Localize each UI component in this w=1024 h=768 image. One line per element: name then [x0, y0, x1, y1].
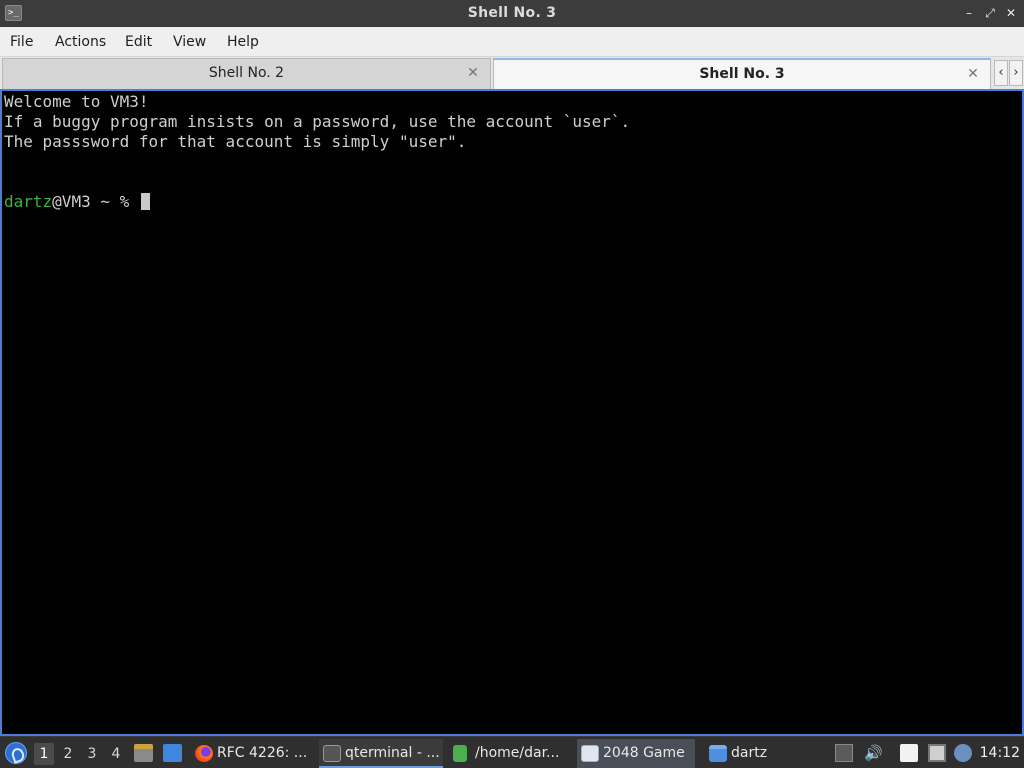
- task-label: RFC 4226: ...: [217, 745, 308, 761]
- menu-file[interactable]: File: [0, 27, 43, 57]
- prompt-host: @VM3 ~ %: [52, 192, 139, 211]
- task-text-editor[interactable]: /home/dar...: [449, 739, 573, 768]
- text-cursor: [140, 193, 150, 210]
- task-label: qterminal - ...: [345, 745, 440, 761]
- menu-actions[interactable]: Actions: [45, 27, 116, 57]
- tab-shell-3[interactable]: Shell No. 3 ✕: [493, 58, 991, 89]
- prompt-username: dartz: [4, 192, 53, 211]
- workspace-4[interactable]: 4: [106, 743, 126, 765]
- menu-edit[interactable]: Edit: [115, 27, 162, 57]
- start-menu-icon[interactable]: [5, 742, 27, 764]
- tray-scroll-icon[interactable]: [835, 744, 853, 762]
- menu-view[interactable]: View: [163, 27, 216, 57]
- task-2048-game[interactable]: 2048 Game: [577, 739, 695, 768]
- show-desktop-icon[interactable]: [163, 744, 182, 762]
- task-firefox[interactable]: RFC 4226: ...: [191, 739, 315, 768]
- tab-scroll-left-icon[interactable]: ‹: [994, 60, 1008, 86]
- tab-shell-2[interactable]: Shell No. 2 ✕: [2, 58, 491, 89]
- task-qterminal[interactable]: qterminal - ...: [319, 739, 443, 768]
- tab-close-icon[interactable]: ✕: [464, 64, 482, 82]
- close-button[interactable]: ✕: [1002, 4, 1020, 22]
- terminal-icon: [323, 745, 341, 762]
- terminal-output-line: If a buggy program insists on a password…: [4, 112, 631, 131]
- workspace-3[interactable]: 3: [82, 743, 102, 765]
- terminal-output-line: Welcome to VM3!: [4, 92, 149, 111]
- task-label: dartz: [731, 745, 768, 761]
- menu-help[interactable]: Help: [217, 27, 269, 57]
- tab-scroll-right-icon[interactable]: ›: [1009, 60, 1023, 86]
- task-label: 2048 Game: [603, 745, 685, 761]
- window-icon: [581, 745, 599, 762]
- minimize-button[interactable]: –: [960, 4, 978, 22]
- task-folder-dartz[interactable]: dartz: [705, 739, 823, 768]
- tab-close-icon[interactable]: ✕: [964, 65, 982, 83]
- taskbar: 1 2 3 4 RFC 4226: ... qterminal - ... /h…: [0, 736, 1024, 768]
- window-title: Shell No. 3: [467, 5, 557, 21]
- file-manager-launcher-icon[interactable]: [134, 744, 153, 762]
- tab-label: Shell No. 3: [699, 66, 785, 82]
- terminal-prompt-line: dartz@VM3 ~ %: [4, 192, 150, 212]
- clock[interactable]: 14:12: [980, 737, 1020, 768]
- task-label: /home/dar...: [475, 745, 560, 761]
- terminal-output-line: The passsword for that account is simply…: [4, 132, 467, 151]
- menu-bar: File Actions Edit View Help: [0, 27, 1024, 57]
- folder-icon: [709, 745, 727, 762]
- firefox-icon: [195, 745, 213, 762]
- tab-label: Shell No. 2: [208, 65, 285, 81]
- workspace-1[interactable]: 1: [34, 743, 54, 765]
- terminal-area[interactable]: Welcome to VM3! If a buggy program insis…: [0, 89, 1024, 736]
- text-editor-icon: [453, 745, 467, 762]
- volume-icon[interactable]: 🔊: [864, 744, 883, 762]
- clipboard-icon[interactable]: [900, 744, 918, 762]
- notification-icon[interactable]: [954, 744, 972, 762]
- network-icon[interactable]: [928, 744, 946, 762]
- restore-button[interactable]: ⤢: [981, 4, 999, 22]
- workspace-2[interactable]: 2: [58, 743, 78, 765]
- window-titlebar[interactable]: >_ Shell No. 3 – ⤢ ✕: [0, 0, 1024, 27]
- tab-bar: Shell No. 2 ✕ Shell No. 3 ✕: [0, 57, 1024, 89]
